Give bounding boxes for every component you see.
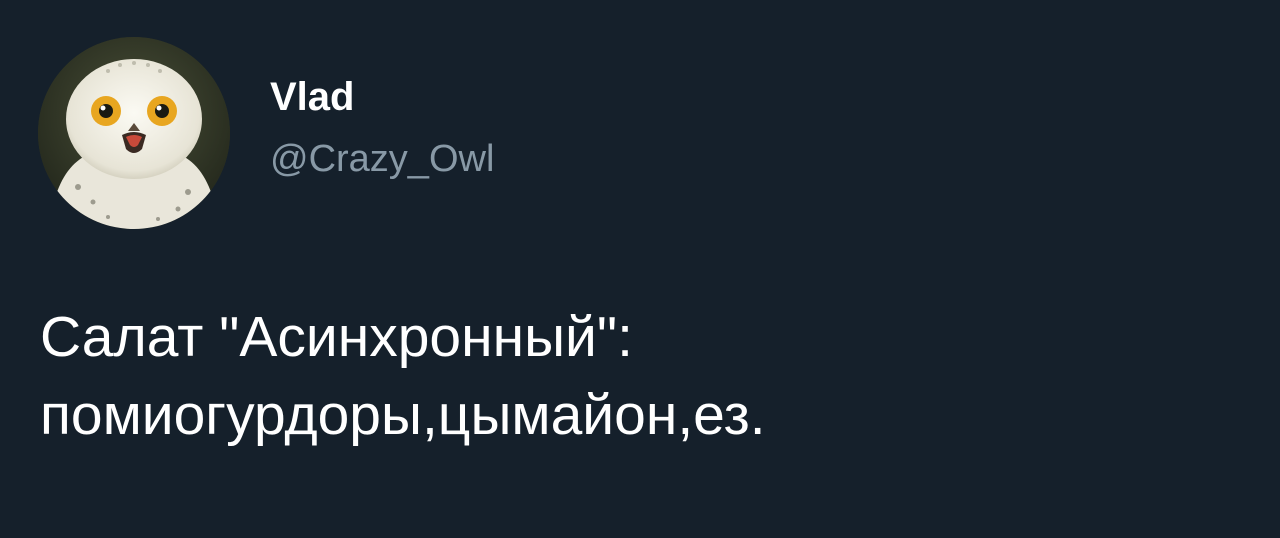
author-names: Vlad @Crazy_Owl <box>270 74 494 182</box>
avatar[interactable] <box>38 37 230 229</box>
display-name[interactable]: Vlad <box>270 74 494 120</box>
owl-avatar-icon <box>38 37 230 229</box>
tweet-header: Vlad @Crazy_Owl <box>38 37 494 229</box>
user-handle[interactable]: @Crazy_Owl <box>270 136 494 182</box>
tweet-text: Салат "Асинхронный": помиогурдоры,цымайо… <box>40 298 1240 454</box>
tweet-card: Vlad @Crazy_Owl Салат "Асинхронный": пом… <box>0 0 1280 538</box>
tweet-text-line: Салат "Асинхронный": <box>40 305 633 369</box>
tweet-text-line: помиогурдоры,цымайон,ез. <box>40 383 766 447</box>
